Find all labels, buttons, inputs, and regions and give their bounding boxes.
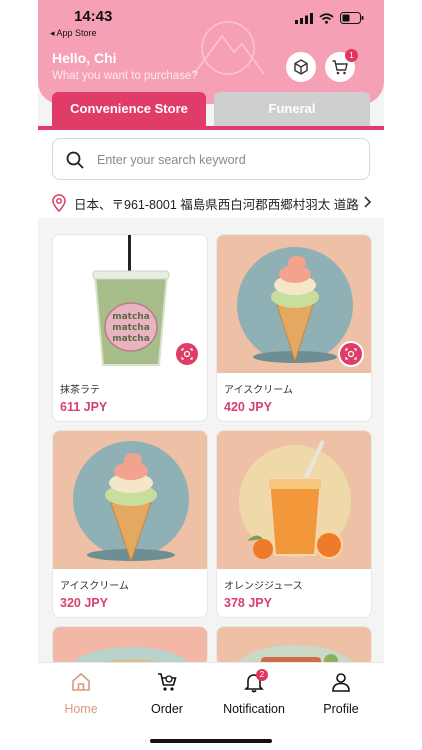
header: 14:43 ◂ App Store Hello, Chi What you wa… xyxy=(38,0,384,104)
address-row[interactable]: 日本、〒961-8001 福島県西白河郡西郷村羽太 道路 xyxy=(52,192,372,214)
back-to-app-store-link[interactable]: ◂ App Store xyxy=(50,28,97,39)
cart-badge: 1 xyxy=(345,49,358,62)
greeting-subtitle: What you want to purchase? xyxy=(52,70,198,82)
nav-label: Profile xyxy=(323,702,359,716)
product-price: 320 JPY xyxy=(60,596,108,610)
status-icons xyxy=(295,12,364,24)
ar-preview-button[interactable] xyxy=(338,341,364,367)
product-card[interactable] xyxy=(216,626,372,666)
address-text: 日本、〒961-8001 福島県西白河郡西郷村羽太 道路 xyxy=(74,197,359,212)
svg-text:matcha: matcha xyxy=(112,312,150,322)
product-card[interactable]: アイスクリーム 320 JPY xyxy=(52,430,208,618)
product-name: 抹茶ラテ xyxy=(60,385,100,396)
product-name: オレンジジュース xyxy=(224,581,303,592)
home-indicator xyxy=(150,739,272,743)
nav-notification[interactable]: 2 Notification xyxy=(214,669,294,716)
notification-badge: 2 xyxy=(256,669,268,681)
order-icon xyxy=(158,673,177,691)
svg-text:matcha: matcha xyxy=(112,323,150,333)
bottom-nav: Home Order 2 Notification Profile xyxy=(38,662,384,750)
product-image xyxy=(53,627,207,665)
nav-label: Order xyxy=(151,702,183,716)
product-price: 420 JPY xyxy=(224,400,272,414)
profile-icon xyxy=(332,673,350,692)
product-card[interactable]: オレンジジュース 378 JPY xyxy=(216,430,372,618)
nav-label: Notification xyxy=(223,702,285,716)
ar-view-icon xyxy=(345,348,357,360)
signal-icon xyxy=(295,12,313,24)
status-time: 14:43 xyxy=(74,8,113,25)
orange-juice-image xyxy=(217,431,371,569)
nav-order[interactable]: Order xyxy=(127,671,207,716)
product-price: 611 JPY xyxy=(60,400,108,414)
app-screen: 14:43 ◂ App Store Hello, Chi What you wa… xyxy=(38,0,384,750)
nav-label: Home xyxy=(64,702,98,716)
ar-view-button[interactable] xyxy=(286,52,316,82)
svg-text:matcha: matcha xyxy=(112,334,150,344)
location-pin-icon xyxy=(52,194,66,212)
ice-cream-image xyxy=(53,431,207,569)
ar-cube-icon xyxy=(294,59,308,75)
search-icon xyxy=(66,151,84,169)
product-name: アイスクリーム xyxy=(224,385,293,396)
search-input[interactable] xyxy=(97,149,357,171)
chevron-right-icon xyxy=(364,196,372,208)
nav-profile[interactable]: Profile xyxy=(301,671,381,716)
search-bar[interactable] xyxy=(52,138,370,180)
ar-preview-button[interactable] xyxy=(174,341,200,367)
mountain-decoration-icon xyxy=(193,21,265,75)
cart-icon xyxy=(332,60,348,75)
product-image xyxy=(217,627,371,665)
tab-funeral[interactable]: Funeral xyxy=(214,92,370,126)
battery-icon xyxy=(340,12,364,24)
product-card[interactable]: matcha matcha matcha 抹茶ラテ 611 JPY xyxy=(52,234,208,422)
product-name: アイスクリーム xyxy=(60,581,129,592)
home-icon xyxy=(72,672,90,691)
ar-view-icon xyxy=(181,348,193,360)
cart-button[interactable]: 1 xyxy=(325,49,358,82)
greeting: Hello, Chi xyxy=(52,50,117,66)
product-price: 378 JPY xyxy=(224,596,272,610)
tab-convenience-store[interactable]: Convenience Store xyxy=(52,92,206,126)
product-card[interactable]: アイスクリーム 420 JPY xyxy=(216,234,372,422)
product-card[interactable] xyxy=(52,626,208,666)
nav-home[interactable]: Home xyxy=(41,671,121,716)
wifi-icon xyxy=(319,12,334,24)
